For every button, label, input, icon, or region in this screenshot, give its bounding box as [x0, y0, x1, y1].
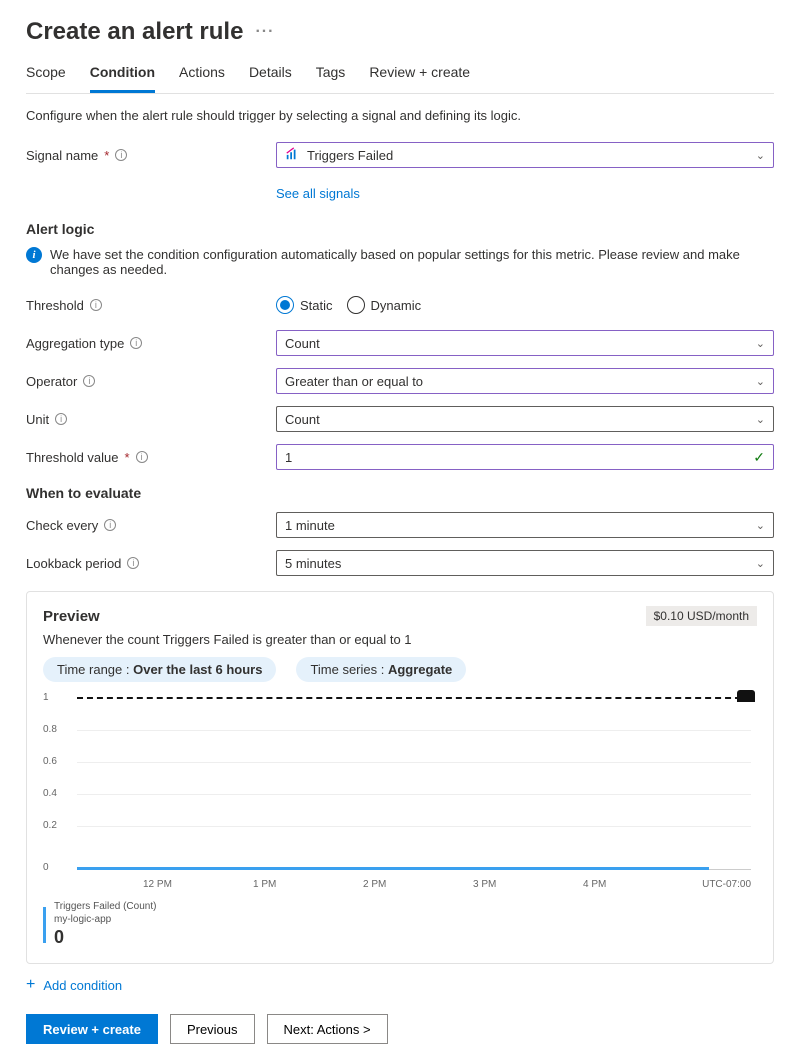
- tab-review[interactable]: Review + create: [369, 58, 470, 93]
- page-description: Configure when the alert rule should tri…: [26, 108, 774, 123]
- threshold-value-input[interactable]: 1 ✓: [276, 444, 774, 470]
- when-evaluate-heading: When to evaluate: [26, 485, 774, 501]
- plus-icon: +: [26, 976, 35, 994]
- series-line: [77, 867, 709, 870]
- info-banner: i We have set the condition configuratio…: [26, 247, 774, 277]
- cost-badge: $0.10 USD/month: [646, 606, 757, 626]
- metric-icon: [285, 147, 299, 164]
- previous-button[interactable]: Previous: [170, 1014, 255, 1044]
- chevron-down-icon: ⌄: [756, 337, 765, 350]
- preview-chart: 1 0.8 0.6 0.4 0.2 0 12 PM 1 PM 2 PM 3 PM…: [43, 694, 757, 894]
- threshold-dynamic-radio[interactable]: Dynamic: [347, 296, 422, 314]
- add-condition-button[interactable]: + Add condition: [26, 976, 774, 994]
- tab-details[interactable]: Details: [249, 58, 292, 93]
- unit-select[interactable]: Count ⌄: [276, 406, 774, 432]
- lookback-select[interactable]: 5 minutes ⌄: [276, 550, 774, 576]
- lookback-label: Lookback period i: [26, 556, 276, 571]
- tab-actions[interactable]: Actions: [179, 58, 225, 93]
- info-icon[interactable]: i: [136, 451, 148, 463]
- page-title: Create an alert rule ···: [26, 18, 774, 46]
- info-icon[interactable]: i: [83, 375, 95, 387]
- chevron-down-icon: ⌄: [756, 519, 765, 532]
- chart-legend: Triggers Failed (Count) my-logic-app 0: [43, 900, 757, 949]
- alert-logic-heading: Alert logic: [26, 221, 774, 237]
- preview-card: Preview $0.10 USD/month Whenever the cou…: [26, 591, 774, 964]
- time-series-pill[interactable]: Time series : Aggregate: [296, 657, 466, 682]
- signal-name-select[interactable]: Triggers Failed ⌄: [276, 142, 774, 168]
- preview-title: Preview: [43, 608, 100, 625]
- valid-check-icon: ✓: [753, 449, 765, 466]
- tab-tags[interactable]: Tags: [316, 58, 346, 93]
- threshold-label: Threshold i: [26, 298, 276, 313]
- info-icon: i: [26, 247, 42, 263]
- info-icon[interactable]: i: [115, 149, 127, 161]
- check-every-label: Check every i: [26, 518, 276, 533]
- chevron-down-icon: ⌄: [756, 375, 765, 388]
- info-icon[interactable]: i: [90, 299, 102, 311]
- more-actions-icon[interactable]: ···: [255, 23, 274, 41]
- next-button[interactable]: Next: Actions >: [267, 1014, 388, 1044]
- tab-bar: Scope Condition Actions Details Tags Rev…: [26, 58, 774, 94]
- timezone-label: UTC-07:00: [702, 879, 751, 890]
- threshold-static-radio[interactable]: Static: [276, 296, 333, 314]
- info-icon[interactable]: i: [127, 557, 139, 569]
- tab-scope[interactable]: Scope: [26, 58, 66, 93]
- review-create-button[interactable]: Review + create: [26, 1014, 158, 1044]
- signal-name-label: Signal name* i: [26, 148, 276, 163]
- unit-label: Unit i: [26, 412, 276, 427]
- aggregation-label: Aggregation type i: [26, 336, 276, 351]
- threshold-value-label: Threshold value* i: [26, 450, 276, 465]
- time-range-pill[interactable]: Time range : Over the last 6 hours: [43, 657, 276, 682]
- operator-label: Operator i: [26, 374, 276, 389]
- chevron-down-icon: ⌄: [756, 413, 765, 426]
- chevron-down-icon: ⌄: [756, 149, 765, 162]
- info-icon[interactable]: i: [130, 337, 142, 349]
- info-icon[interactable]: i: [55, 413, 67, 425]
- see-all-signals-link[interactable]: See all signals: [276, 186, 360, 201]
- operator-select[interactable]: Greater than or equal to ⌄: [276, 368, 774, 394]
- chevron-down-icon: ⌄: [756, 557, 765, 570]
- preview-summary: Whenever the count Triggers Failed is gr…: [43, 632, 757, 647]
- tab-condition[interactable]: Condition: [90, 58, 155, 93]
- aggregation-select[interactable]: Count ⌄: [276, 330, 774, 356]
- info-icon[interactable]: i: [104, 519, 116, 531]
- check-every-select[interactable]: 1 minute ⌄: [276, 512, 774, 538]
